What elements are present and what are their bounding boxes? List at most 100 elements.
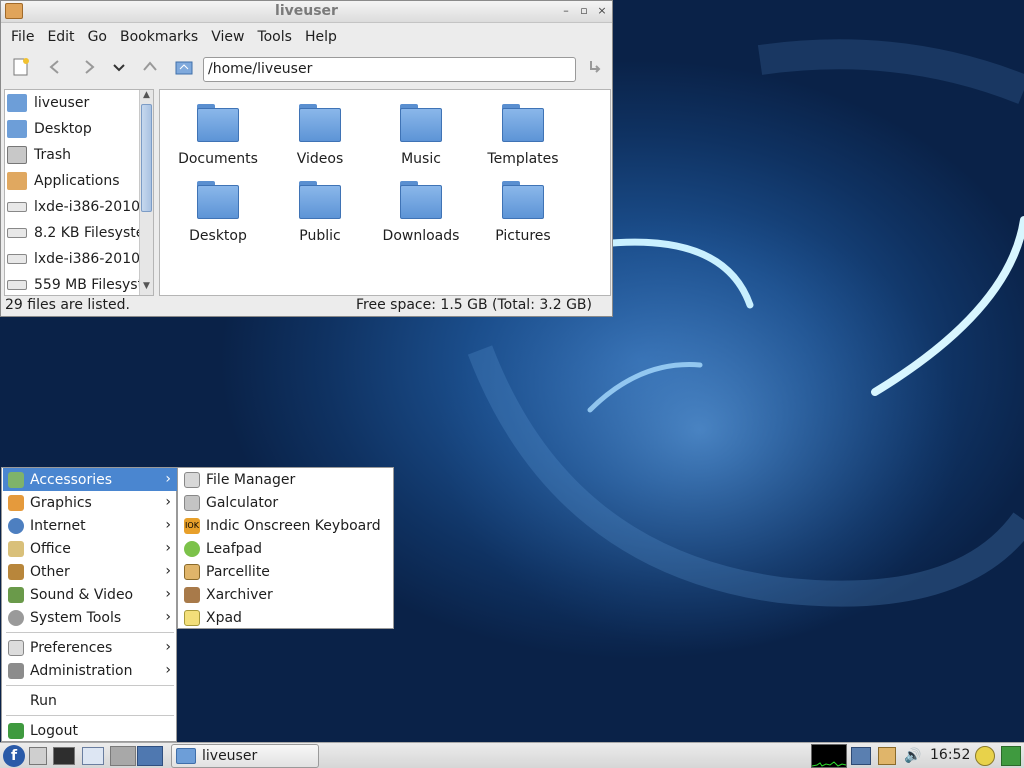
cpu-monitor-icon[interactable] — [811, 744, 847, 768]
menu-item-accessories[interactable]: Accessories › — [3, 468, 177, 491]
menu-edit[interactable]: Edit — [41, 29, 80, 45]
accessories-icon — [8, 471, 24, 488]
menu-separator — [6, 632, 174, 633]
menu-go[interactable]: Go — [82, 29, 113, 45]
minimize-button[interactable]: – — [559, 4, 573, 18]
sidebar-item-volume-4[interactable]: 559 MB Filesyst — [5, 272, 141, 295]
close-button[interactable]: × — [595, 4, 609, 18]
menu-item-parcellite[interactable]: Parcellite — [179, 560, 393, 583]
menu-item-other[interactable]: Other › — [3, 560, 177, 583]
menu-help[interactable]: Help — [299, 29, 343, 45]
task-button-label: liveuser — [202, 748, 258, 764]
sidebar-item-label: lxde-i386-20100 — [34, 251, 141, 267]
menu-bookmarks[interactable]: Bookmarks — [114, 29, 204, 45]
terminal-icon[interactable] — [53, 747, 75, 765]
desktop-2-button[interactable] — [137, 746, 163, 766]
menu-item-internet[interactable]: Internet › — [3, 514, 177, 537]
menu-view[interactable]: View — [205, 29, 250, 45]
file-item-templates[interactable]: Templates — [473, 104, 573, 167]
file-item-music[interactable]: Music — [371, 104, 471, 167]
menu-item-label: Xpad — [206, 609, 242, 626]
file-item-documents[interactable]: Documents — [168, 104, 268, 167]
history-dropdown-icon[interactable] — [107, 56, 131, 80]
file-item-videos[interactable]: Videos — [270, 104, 370, 167]
file-manager-window[interactable]: liveuser – ▫ × File Edit Go Bookmarks Vi… — [0, 0, 613, 317]
menu-tools[interactable]: Tools — [251, 29, 298, 45]
logout-icon[interactable] — [1001, 746, 1021, 766]
menu-item-system-tools[interactable]: System Tools › — [3, 606, 177, 629]
application-menu: Accessories › Graphics › Internet › Offi… — [1, 467, 177, 742]
sidebar-item-home[interactable]: liveuser — [5, 90, 141, 116]
logout-icon — [8, 722, 24, 739]
maximize-button[interactable]: ▫ — [577, 4, 591, 18]
menu-item-label: Xarchiver — [206, 586, 273, 603]
menu-file[interactable]: File — [5, 29, 40, 45]
clock[interactable]: 16:52 — [930, 747, 970, 763]
menu-item-leafpad[interactable]: Leafpad — [179, 537, 393, 560]
network-icon[interactable] — [851, 747, 871, 765]
scroll-down-icon[interactable]: ▼ — [140, 281, 153, 294]
menu-item-label: Other — [30, 563, 70, 580]
sidebar-item-volume-2[interactable]: 8.2 KB Filesyste — [5, 220, 141, 246]
sidebar-item-volume-1[interactable]: lxde-i386-20100 — [5, 194, 141, 220]
trash-icon — [7, 146, 27, 164]
back-icon[interactable] — [43, 56, 67, 80]
menu-item-file-manager[interactable]: File Manager — [179, 468, 393, 491]
new-tab-icon[interactable] — [9, 56, 33, 80]
file-manager-icon[interactable] — [29, 747, 47, 765]
title-bar[interactable]: liveuser – ▫ × — [1, 1, 612, 23]
window-title: liveuser — [275, 3, 338, 19]
drive-icon — [7, 280, 27, 290]
menu-item-xpad[interactable]: Xpad — [179, 606, 393, 629]
task-button-liveuser[interactable]: liveuser — [171, 744, 319, 768]
forward-icon[interactable] — [77, 56, 101, 80]
applications-icon — [7, 172, 27, 190]
menu-item-sound-video[interactable]: Sound & Video › — [3, 583, 177, 606]
go-icon[interactable] — [583, 56, 607, 80]
status-bar: 29 files are listed. Free space: 1.5 GB … — [1, 296, 612, 316]
menu-item-indic-onscreen-keyboard[interactable]: IOK Indic Onscreen Keyboard — [179, 514, 393, 537]
file-item-desktop[interactable]: Desktop — [168, 181, 268, 244]
folder-icon — [197, 104, 239, 142]
menu-item-run[interactable]: Run — [3, 689, 177, 712]
side-pane-scrollbar[interactable]: ▲ ▼ — [139, 90, 153, 295]
file-item-public[interactable]: Public — [270, 181, 370, 244]
submenu-arrow-icon: › — [165, 517, 171, 533]
menu-separator — [6, 715, 174, 716]
menu-item-logout[interactable]: Logout — [3, 719, 177, 742]
menu-item-label: Office — [30, 540, 71, 557]
folder-icon — [299, 181, 341, 219]
window-list-icon[interactable] — [82, 747, 104, 765]
menu-item-preferences[interactable]: Preferences › — [3, 636, 177, 659]
clipboard-icon — [184, 563, 200, 580]
address-input[interactable]: /home/liveuser — [203, 57, 576, 82]
preferences-icon — [8, 639, 24, 656]
home-folder-icon — [7, 94, 27, 112]
sidebar-item-trash[interactable]: Trash — [5, 142, 141, 168]
fedora-menu-icon[interactable]: f — [3, 745, 25, 767]
volume-icon[interactable]: 🔊 — [904, 747, 924, 765]
desktop-1-button[interactable] — [110, 746, 136, 766]
folder-icon — [502, 104, 544, 142]
scroll-up-icon[interactable]: ▲ — [140, 90, 153, 103]
sidebar-item-volume-3[interactable]: lxde-i386-20100 — [5, 246, 141, 272]
folder-icon — [299, 104, 341, 142]
side-pane: liveuser Desktop Trash Applications lxde… — [4, 89, 154, 296]
scrollbar-thumb[interactable] — [141, 104, 152, 212]
menu-item-graphics[interactable]: Graphics › — [3, 491, 177, 514]
menu-item-galculator[interactable]: Galculator — [179, 491, 393, 514]
menu-item-administration[interactable]: Administration › — [3, 659, 177, 682]
clipboard-icon[interactable] — [878, 747, 896, 765]
menu-item-xarchiver[interactable]: Xarchiver — [179, 583, 393, 606]
updates-icon[interactable] — [975, 746, 995, 766]
up-icon[interactable] — [138, 56, 162, 80]
file-item-pictures[interactable]: Pictures — [473, 181, 573, 244]
home-icon[interactable] — [172, 56, 196, 80]
sidebar-item-desktop[interactable]: Desktop — [5, 116, 141, 142]
sidebar-item-applications[interactable]: Applications — [5, 168, 141, 194]
menu-item-label: Galculator — [206, 494, 279, 511]
file-item-downloads[interactable]: Downloads — [371, 181, 471, 244]
submenu-arrow-icon: › — [165, 494, 171, 510]
menu-item-office[interactable]: Office › — [3, 537, 177, 560]
submenu-arrow-icon: › — [165, 540, 171, 556]
